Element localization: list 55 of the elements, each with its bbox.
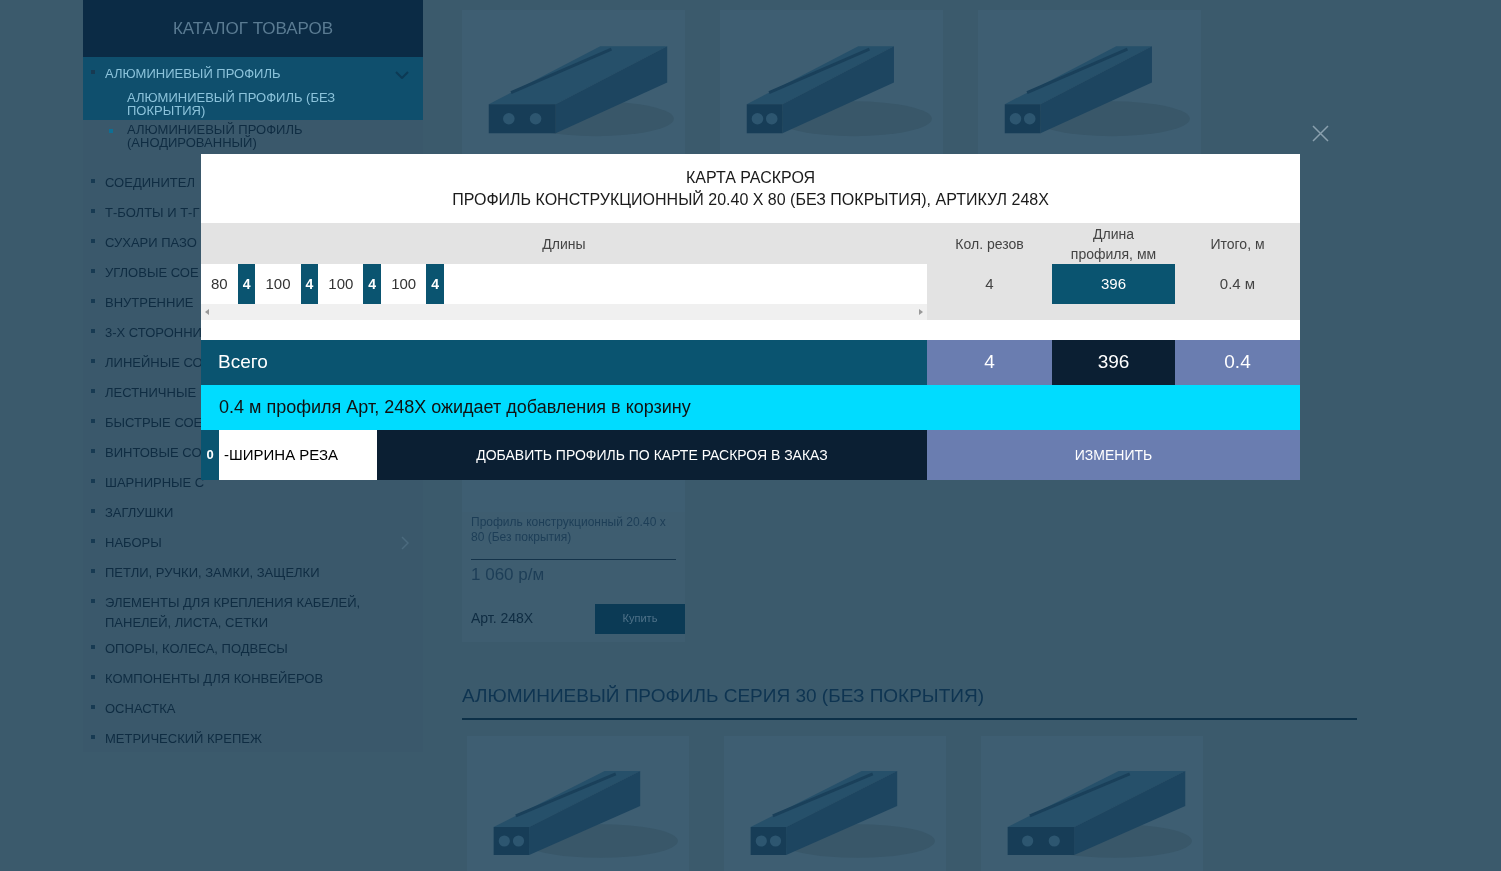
totals-meters: 0.4 xyxy=(1175,340,1300,385)
bullet-icon xyxy=(91,328,95,333)
submenu-item-active[interactable]: АЛЮМИНИЕВЫЙ ПРОФИЛЬ (БЕЗ ПОКРЫТИЯ) xyxy=(83,87,423,120)
length-cell-text: 100 xyxy=(327,273,355,294)
bullet-icon xyxy=(91,568,95,573)
total-value: 0.4 м xyxy=(1219,273,1256,294)
menu-item-active[interactable]: АЛЮМИНИЕВЫЙ ПРОФИЛЬ xyxy=(83,56,423,88)
close-icon[interactable] xyxy=(1312,125,1329,142)
length-cell-text: 100 xyxy=(264,273,292,294)
column-header: Длины xyxy=(542,234,586,254)
cut-cell: 4 xyxy=(300,264,319,304)
cut-cell: 4 xyxy=(426,264,444,304)
totals-cuts: 4 xyxy=(927,340,1052,385)
bullet-icon xyxy=(91,448,95,453)
column-header: Кол. резов xyxy=(955,234,1024,254)
cut-cell: 4 xyxy=(363,264,382,304)
bullet-icon xyxy=(91,268,95,273)
length-cell-text: 100 xyxy=(390,273,418,294)
bullet-icon xyxy=(91,508,95,513)
bullet-icon xyxy=(91,705,95,709)
cuts-value: 4 xyxy=(985,273,994,294)
bullet-icon xyxy=(91,358,95,363)
totals-label: Всего xyxy=(201,340,927,385)
status-message: 0.4 м профиля Арт, 248X ожидает добавления в корзину xyxy=(201,385,1300,430)
bullet-icon xyxy=(91,178,95,183)
scroll-right-icon[interactable] xyxy=(919,309,923,315)
bullet-icon xyxy=(91,478,95,483)
cut-cell: 4 xyxy=(237,264,256,304)
scroll-left-icon[interactable] xyxy=(205,309,209,315)
bullet-icon xyxy=(91,298,95,303)
bullet-icon xyxy=(91,238,95,243)
add-to-order-button[interactable]: ДОБАВИТЬ ПРОФИЛЬ ПО КАРТЕ РАСКРОЯ В ЗАКАЗ xyxy=(377,430,927,480)
dialog-subtitle: ПРОФИЛЬ КОНСТРУКЦИОННЫЙ 20.40 Х 80 (БЕЗ ПОКРЫТИЯ), АРТИКУЛ 248X xyxy=(452,189,1049,210)
bullet-icon xyxy=(91,598,95,603)
column-header: Итого, м xyxy=(1210,234,1265,254)
length-cell-text: 80 xyxy=(210,273,229,294)
buy-button[interactable]: Купить xyxy=(595,603,685,634)
bullet-icon xyxy=(91,208,95,213)
bullet-icon xyxy=(91,388,95,393)
change-button[interactable]: ИЗМЕНИТЬ xyxy=(927,430,1300,480)
bullet-icon xyxy=(91,675,95,679)
menu-item[interactable]: АЛЮМИНИЕВЫЙ ПРОФИЛЬ xyxy=(105,63,395,84)
profile-length-value: 396 xyxy=(1052,264,1175,304)
column-header: Длина профиля, мм xyxy=(1069,224,1158,264)
bullet-icon xyxy=(91,645,95,649)
dialog-title: КАРТА РАСКРОЯ xyxy=(685,167,816,188)
catalog-title: КАТАЛОГ ТОВАРОВ xyxy=(83,0,423,57)
totals-length: 396 xyxy=(1052,340,1175,385)
scrollbar[interactable] xyxy=(201,304,927,320)
cut-width-value: 0 xyxy=(201,430,219,480)
bullet-icon xyxy=(91,735,95,739)
bullet-icon xyxy=(91,538,95,543)
bullet-icon xyxy=(91,418,95,423)
chevron-down-icon[interactable] xyxy=(395,70,409,79)
submenu-item[interactable]: АЛЮМИНИЕВЫЙ ПРОФИЛЬ (БЕЗ ПОКРЫТИЯ) xyxy=(127,90,383,117)
